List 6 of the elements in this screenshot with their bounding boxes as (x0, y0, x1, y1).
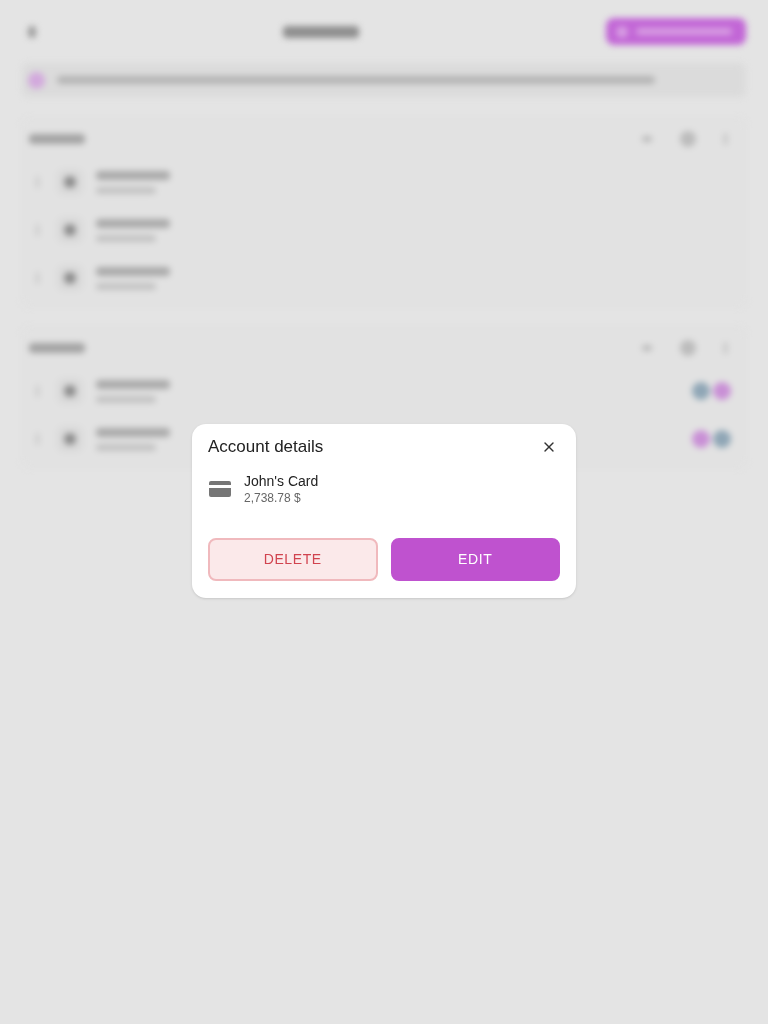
credit-card-icon (209, 481, 231, 497)
delete-button[interactable]: DELETE (208, 538, 378, 581)
dialog-title: Account details (208, 436, 324, 458)
account-name: John's Card (244, 472, 319, 490)
account-balance: 2,738.78 $ (244, 490, 302, 506)
edit-button[interactable]: EDIT (390, 538, 560, 581)
